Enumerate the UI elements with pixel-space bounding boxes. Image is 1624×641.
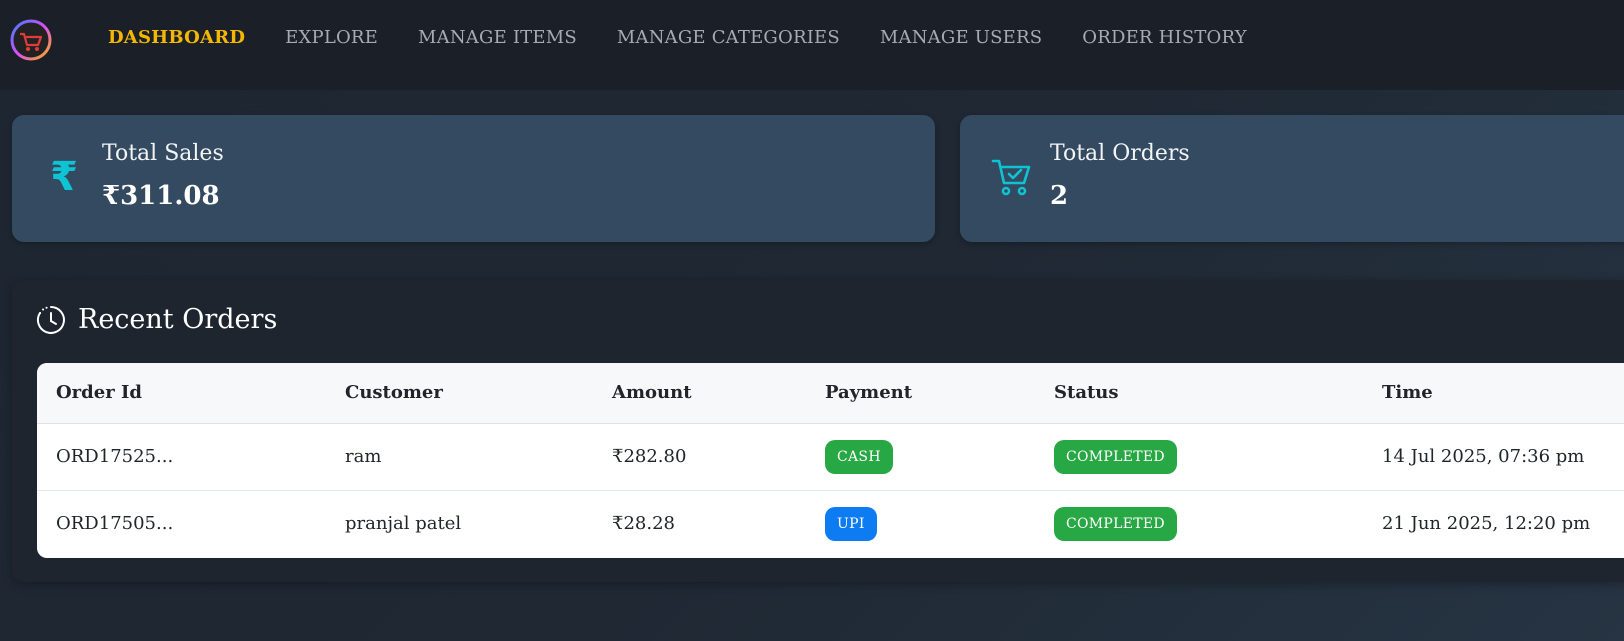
status-cell: COMPLETED: [1035, 423, 1363, 491]
time-cell: 14 Jul 2025, 07:36 pm: [1363, 423, 1624, 491]
payment-cell: CASH: [806, 423, 1035, 491]
nav-item-manage-items[interactable]: MANAGE ITEMS: [418, 27, 577, 48]
amount-cell: ₹28.28: [612, 513, 675, 534]
recent-orders-title: Recent Orders: [78, 304, 278, 335]
customer-cell: ram: [326, 423, 593, 491]
navbar: DASHBOARD EXPLORE MANAGE ITEMS MANAGE CA…: [0, 0, 1624, 90]
orders-table-container: Order Id Customer Amount Payment Status …: [37, 363, 1624, 558]
table-row[interactable]: ORD17525... ram ₹282.80 CASH COMPLETED 1…: [37, 423, 1624, 491]
status-badge: COMPLETED: [1054, 439, 1177, 474]
total-orders-card: Total Orders 2: [960, 115, 1624, 242]
total-sales-card: ₹ Total Sales ₹311.08: [12, 115, 935, 242]
payment-badge: CASH: [825, 439, 893, 474]
recent-orders-header: Recent Orders: [36, 304, 277, 335]
rupee-icon: ₹: [50, 154, 78, 200]
order-id-cell: ORD17525...: [37, 423, 326, 491]
nav-item-order-history[interactable]: ORDER HISTORY: [1082, 27, 1247, 48]
nav-item-explore[interactable]: EXPLORE: [285, 27, 378, 48]
order-id-cell: ORD17505...: [56, 513, 174, 534]
total-sales-label: Total Sales: [102, 141, 224, 166]
column-header-status[interactable]: Status: [1035, 363, 1363, 424]
nav-item-manage-categories[interactable]: MANAGE CATEGORIES: [617, 27, 840, 48]
table-header-row: Order Id Customer Amount Payment Status …: [37, 363, 1624, 424]
customer-cell: pranjal patel: [345, 513, 462, 534]
column-header-amount[interactable]: Amount: [593, 363, 806, 424]
amount-cell: ₹282.80: [593, 423, 806, 491]
status-badge: COMPLETED: [1054, 506, 1177, 541]
column-header-payment[interactable]: Payment: [806, 363, 1035, 424]
payment-badge: UPI: [825, 506, 877, 541]
payment-cell: UPI: [806, 490, 1035, 557]
time-cell: 21 Jun 2025, 12:20 pm: [1382, 513, 1591, 534]
nav-item-dashboard[interactable]: DASHBOARD: [108, 27, 245, 48]
total-orders-value: 2: [1050, 181, 1069, 211]
nav-menu: DASHBOARD EXPLORE MANAGE ITEMS MANAGE CA…: [108, 27, 1247, 48]
column-header-order-id[interactable]: Order Id: [37, 363, 326, 424]
recent-orders-panel: Recent Orders Order Id Customer Amount P…: [12, 280, 1624, 582]
status-cell: COMPLETED: [1035, 490, 1363, 557]
table-row[interactable]: ORD17505... pranjal patel ₹28.28 UPI COM…: [37, 490, 1624, 557]
cart-check-icon: [990, 155, 1034, 199]
clock-icon: [37, 305, 65, 334]
orders-table: Order Id Customer Amount Payment Status …: [37, 363, 1624, 557]
total-sales-value: ₹311.08: [102, 181, 220, 211]
nav-item-manage-users[interactable]: MANAGE USERS: [880, 27, 1042, 48]
column-header-time[interactable]: Time: [1363, 363, 1624, 424]
cart-logo-icon[interactable]: [8, 17, 54, 63]
total-orders-label: Total Orders: [1050, 141, 1190, 166]
column-header-customer[interactable]: Customer: [326, 363, 593, 424]
